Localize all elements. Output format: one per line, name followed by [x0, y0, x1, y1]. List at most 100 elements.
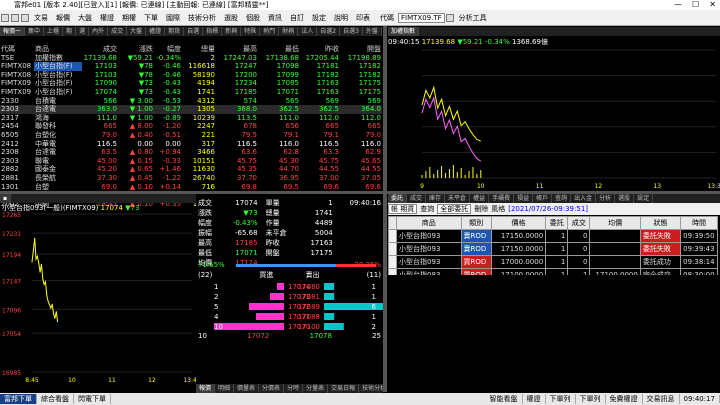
order-checkbox[interactable]	[387, 229, 398, 243]
status-item[interactable]: 下單列	[546, 394, 576, 404]
column-header[interactable]: 最低	[258, 45, 300, 54]
tab-quote[interactable]: 上櫃	[44, 27, 64, 36]
tab-bottom[interactable]: 分量表	[303, 384, 329, 393]
order-row[interactable]: 小型台指093 賣ROD 17150.0000 1 0 委託失敗 09:39:50	[387, 229, 718, 243]
taskbar-item[interactable]: 富邦下單	[0, 394, 37, 404]
quote-row[interactable]: FIMTX08 小型台指(F) 17103 ▼78 -0.46 116618 17247 17…	[0, 62, 382, 71]
style-button[interactable]: 風格	[491, 204, 505, 214]
column-header[interactable]: 最高	[216, 45, 258, 54]
tab-quote[interactable]: 報價一	[0, 27, 26, 36]
menu-item[interactable]: 自訂	[286, 13, 308, 23]
tab-bottom[interactable]: 分時	[284, 384, 304, 393]
tab-quote[interactable]: 新興	[222, 27, 242, 36]
quote-row[interactable]: 6505 台塑化 79.0 ▲ 0.40 -0.51 221 79.5 79.1 79.1 79.…	[0, 131, 382, 140]
column-header[interactable]: 商品	[34, 45, 82, 54]
order-checkbox[interactable]	[387, 255, 398, 269]
menu-item[interactable]: 報價	[52, 13, 74, 23]
tab-quote[interactable]: 自選	[184, 27, 204, 36]
minimize-icon[interactable]: —	[674, 0, 682, 10]
quote-row[interactable]: 2881 長榮航 37.30 ▲ 0.45 -1.22 26740 37.70 36.95 37…	[0, 174, 382, 183]
quote-row[interactable]: FIMTX09 小型台指(F) 17074 ▼73 -0.43 1741 17185 1707…	[0, 88, 382, 97]
tab-quote[interactable]: 期	[63, 27, 77, 36]
tab-quote[interactable]: 特殊	[241, 27, 261, 36]
tab-order[interactable]: 帳戶	[533, 194, 553, 203]
column-header[interactable]: 漲跌	[118, 45, 154, 54]
quote-row[interactable]: 2303 台達電 363.0 ▼ 1.00 -0.27 1305 368.0 362.5 362…	[0, 105, 382, 114]
column-header[interactable]: 成交	[82, 45, 118, 54]
menu-item[interactable]: 下單	[140, 13, 162, 23]
tab-quote[interactable]: 權證	[146, 27, 166, 36]
quote-row[interactable]: FIMTX08 小型台指(F) 17103 ▼78 -0.46 58190 17200 170…	[0, 71, 382, 80]
quote-row[interactable]: 1301 台塑 69.0 ▲ 0.10 +0.14 716 69.8 69.5 69.6 69.6	[0, 183, 382, 192]
menu-item[interactable]: 選股	[220, 13, 242, 23]
column-header[interactable]: 代碼	[0, 45, 34, 54]
quote-row[interactable]: 2882 國泰金 45.20 ▲ 0.65 +1.46 11630 45.35 44.70 44…	[0, 165, 382, 174]
filter-select[interactable]: 全部委託	[437, 204, 472, 214]
order-column-header[interactable]: 類別	[460, 216, 492, 230]
quote-row[interactable]: 2454 聯發科 665 ▲ 8.00 -1.20 2247 678 656 665 665	[0, 122, 382, 131]
status-item[interactable]: 智能看盤	[486, 394, 523, 404]
menu-item[interactable]: 文易	[30, 13, 52, 23]
account-select[interactable]: 帳 期貨	[388, 204, 418, 214]
toolbar-icon[interactable]	[1, 13, 9, 22]
menu-item[interactable]: 說明	[330, 13, 352, 23]
menu-item[interactable]: 技術分析	[184, 13, 220, 23]
code-input[interactable]: FIMTX09.TF	[398, 12, 445, 23]
tab-order[interactable]: 選股	[615, 194, 635, 203]
order-column-header[interactable]: 商品	[396, 216, 462, 230]
tab-order[interactable]: 查詢	[552, 194, 572, 203]
menu-item[interactable]: 印表	[352, 13, 374, 23]
tab-order[interactable]: 權益	[470, 194, 490, 203]
tab-quote[interactable]: 成交	[108, 27, 128, 36]
status-item[interactable]: 下單列	[576, 394, 606, 404]
tab-bottom[interactable]: 報價	[196, 384, 216, 393]
tab-quote[interactable]: 外盤	[363, 27, 382, 36]
tab-quote[interactable]: 財務	[279, 27, 299, 36]
order-column-header[interactable]	[387, 216, 398, 230]
status-item[interactable]: 免費權證	[606, 394, 643, 404]
quote-row[interactable]: 2412 中華電 116.5 0.00 0.00 317 116.5 116.0 116.5 11…	[0, 140, 382, 149]
tab-index[interactable]: 加權指數	[388, 27, 420, 36]
menu-item[interactable]: 設定	[308, 13, 330, 23]
toolbar-icon[interactable]	[21, 13, 29, 22]
query-button[interactable]: 查詢	[420, 204, 434, 214]
toolbar-icon[interactable]	[11, 13, 19, 22]
quote-row[interactable]: 2303 聯電 45.00 ▲ 0.15 -0.33 10151 45.75 45.30 45.…	[0, 157, 382, 166]
tab-quote[interactable]: 自選2	[317, 27, 341, 36]
tab-bottom[interactable]: 分價表	[259, 384, 285, 393]
tab-bottom[interactable]: 交易日報	[328, 384, 360, 393]
order-column-header[interactable]: 均價	[589, 216, 641, 230]
menu-item[interactable]: 大盤	[74, 13, 96, 23]
tab-order[interactable]: 庫存	[426, 194, 446, 203]
tab-order[interactable]: 未平倉	[445, 194, 471, 203]
tab-order[interactable]: 設定	[634, 194, 654, 203]
tab-quote[interactable]: 自選3	[340, 27, 363, 36]
quote-row[interactable]: 2317 鴻海 111.0 ▼ 1.00 -0.89 10239 113.5 111.0 112…	[0, 114, 382, 123]
quote-row[interactable]: 2330 台積電 566 ▼ 3.00 -0.53 4312 574 565 569 569	[0, 97, 382, 106]
menu-item[interactable]: 個股	[242, 13, 264, 23]
menu-item[interactable]: 國際	[162, 13, 184, 23]
tab-order[interactable]: 損益	[514, 194, 534, 203]
menu-item[interactable]: 期權	[118, 13, 140, 23]
order-column-header[interactable]: 委託	[545, 216, 569, 230]
analysis-tool-button[interactable]: 分析工具	[455, 13, 491, 23]
column-header[interactable]: 開盤	[340, 45, 382, 54]
order-row[interactable]: 小型台指093 買ROD 17000.0000 1 0 委託成功 09:38:14	[387, 255, 718, 269]
tab-quote[interactable]: 集中	[25, 27, 45, 36]
taskbar-item[interactable]: 閃電下單	[74, 394, 111, 404]
tab-bottom[interactable]: 價量表	[234, 384, 260, 393]
tab-quote[interactable]: 法人	[298, 27, 318, 36]
column-header[interactable]: 總量	[182, 45, 216, 54]
search-icon[interactable]	[445, 13, 454, 22]
quote-row[interactable]: FIMTX09 小型台指(F) 17090 ▼73 -0.43 4194 17234 1708…	[0, 79, 382, 88]
tab-bottom[interactable]: 明細	[215, 384, 235, 393]
column-header[interactable]: 幅度	[154, 45, 182, 54]
tab-futures-chart[interactable]: ▪	[0, 194, 12, 203]
status-item[interactable]: 交易訊息	[643, 394, 680, 404]
maximize-icon[interactable]: ☐	[692, 0, 699, 10]
order-column-header[interactable]: 狀態	[639, 216, 682, 230]
tab-quote[interactable]: 大盤	[127, 27, 147, 36]
order-column-header[interactable]: 時間	[680, 216, 718, 230]
order-column-header[interactable]: 成交	[567, 216, 591, 230]
tab-order[interactable]: 委託	[388, 194, 408, 203]
